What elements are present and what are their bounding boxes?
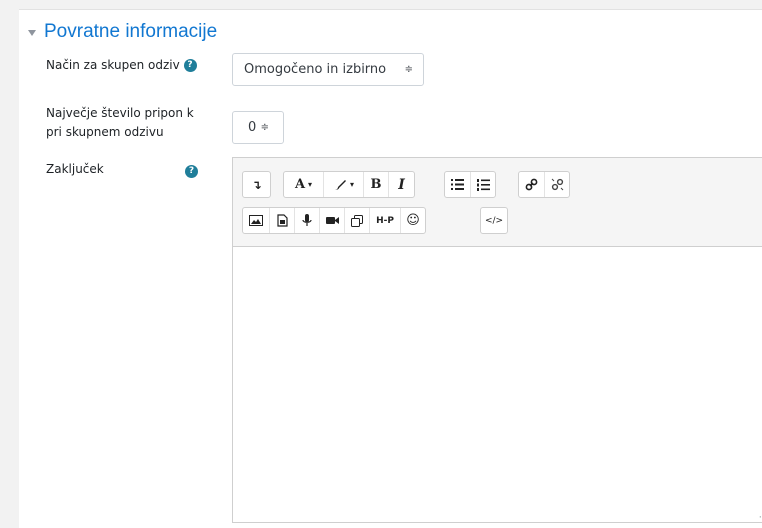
- toolbar-group-links: [518, 171, 570, 198]
- group-mode-label-text: Način za skupen odziv: [46, 58, 180, 72]
- max-attachments-select[interactable]: 0 ≑: [232, 111, 284, 144]
- italic-button[interactable]: I: [388, 172, 414, 197]
- h5p-button[interactable]: H-P: [369, 208, 400, 233]
- brush-icon: [334, 179, 346, 190]
- toolbar-group-style: A ▾ ▾ B I: [283, 171, 415, 198]
- toolbar-group-media: H-P ☺: [242, 207, 426, 234]
- dropdown-caret-icon: ▾: [349, 180, 354, 189]
- font-color-button[interactable]: A ▾: [284, 172, 323, 197]
- toolbar-group-html: </>: [480, 207, 508, 234]
- collapse-toolbar-icon[interactable]: ↴: [243, 172, 270, 197]
- help-icon[interactable]: ?: [185, 165, 198, 178]
- link-button[interactable]: [519, 172, 544, 197]
- italic-icon: I: [398, 176, 405, 193]
- dropdown-caret-icon: ▾: [308, 180, 313, 189]
- unordered-list-icon: [451, 179, 464, 190]
- select-arrow-icon: ≑: [404, 64, 413, 75]
- microphone-icon: [302, 214, 312, 226]
- record-audio-button[interactable]: [294, 208, 319, 233]
- manage-files-button[interactable]: [344, 208, 369, 233]
- copy-files-icon: [351, 214, 363, 227]
- ordered-list-icon: [476, 178, 490, 191]
- toolbar-group-collapse: ↴: [242, 171, 271, 198]
- ordered-list-button[interactable]: [470, 172, 495, 197]
- select-arrow-icon: ≑: [260, 122, 269, 133]
- max-attachments-label: Največje število pripon k pri skupnem od…: [46, 104, 216, 142]
- max-attachments-label-line1: Največje število pripon k: [46, 106, 194, 120]
- emoji-button[interactable]: ☺: [400, 208, 425, 233]
- file-media-icon: [276, 214, 288, 227]
- group-mode-select[interactable]: Omogočeno in izbirno ≑: [232, 53, 424, 86]
- h5p-icon: H-P: [376, 215, 394, 226]
- help-icon[interactable]: ?: [183, 59, 197, 72]
- bold-button[interactable]: B: [363, 172, 388, 197]
- unordered-list-button[interactable]: [445, 172, 470, 197]
- link-icon: [525, 178, 538, 191]
- editor-toolbar: ↴ A ▾ ▾ B I H-P ☺ </>: [233, 158, 762, 247]
- media-button[interactable]: [269, 208, 294, 233]
- section-toggle[interactable]: Povratne informacije: [28, 19, 217, 45]
- expand-caret-icon[interactable]: [28, 30, 36, 36]
- rich-text-editor: ↴ A ▾ ▾ B I H-P ☺ </> ⠠: [232, 157, 762, 523]
- html-code-icon: </>: [484, 215, 504, 226]
- max-attachments-label-line2: pri skupnem odzivu: [46, 125, 164, 139]
- group-mode-label: Način za skupen odziv ?: [46, 56, 197, 75]
- background-color-button[interactable]: ▾: [323, 172, 363, 197]
- font-color-icon: A: [294, 177, 306, 192]
- max-attachments-select-value: 0: [248, 120, 257, 135]
- toolbar-group-lists: [444, 171, 496, 198]
- emoji-icon: ☺: [406, 213, 420, 228]
- image-button[interactable]: [243, 208, 269, 233]
- feedback-panel: Povratne informacije Način za skupen odz…: [19, 9, 762, 528]
- record-video-button[interactable]: [319, 208, 344, 233]
- bold-icon: B: [370, 177, 382, 192]
- image-icon: [249, 215, 263, 226]
- conclusion-label: Zaključek: [46, 162, 104, 176]
- section-title: Povratne informacije: [44, 21, 218, 42]
- editor-content-area[interactable]: [233, 247, 762, 522]
- unlink-button[interactable]: [544, 172, 569, 197]
- group-mode-select-value: Omogočeno in izbirno: [244, 62, 387, 77]
- html-source-button[interactable]: </>: [481, 208, 507, 233]
- resize-grip-icon[interactable]: ⠠⠤: [756, 511, 762, 520]
- unlink-icon: [551, 178, 563, 191]
- video-camera-icon: [325, 217, 339, 224]
